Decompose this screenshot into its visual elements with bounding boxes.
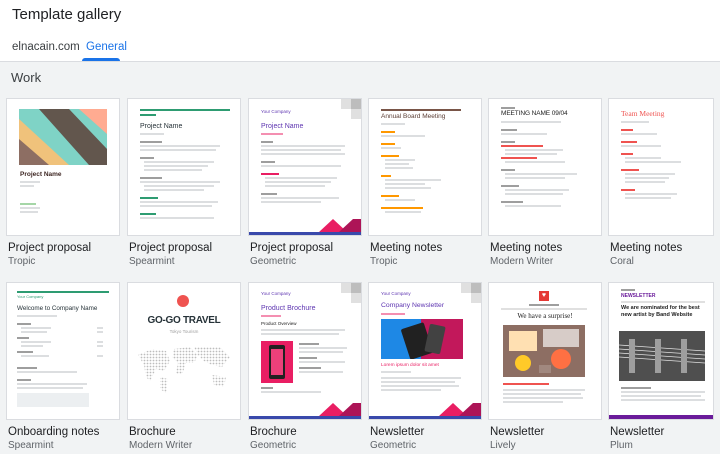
template-style: Plum [610,440,633,451]
geometric-corner-bottom [369,403,481,419]
logo-circle [177,295,189,307]
template-style: Geometric [370,440,417,451]
plum-footer-bar [609,415,713,419]
template-name: Meeting notes [610,242,683,254]
template-card-meeting-notes-tropic[interactable]: Annual Board Meeting [368,98,482,236]
preview-title: Product Brochure [261,305,316,312]
geometric-corner-top [341,99,361,119]
template-card-project-proposal-spearmint[interactable]: Project Name [127,98,241,236]
template-style: Geometric [250,256,297,267]
preview-subtitle: Product Overview [261,321,297,326]
devices-image [381,319,463,359]
template-name: Brochure [250,426,297,438]
preview-title: Welcome to Company Name [17,305,98,312]
template-card-brochure-geometric[interactable]: Your Company Product Brochure Product Ov… [248,282,362,420]
preview-title: Project Name [261,123,304,130]
preview-title: Annual Board Meeting [381,113,446,120]
geometric-corner-bottom [249,403,361,419]
section-title: Work [11,70,42,85]
template-card-newsletter-lively[interactable]: ♥ We have a surprise! [488,282,602,420]
preview-subtitle: Lorem ipsum dolor sit amet [381,363,439,368]
template-style: Tropic [8,256,36,267]
tropic-rule [381,109,461,111]
template-card-newsletter-plum[interactable]: NEWSLETTER We are nominated for the best… [608,282,714,420]
template-name: Brochure [129,426,176,438]
spearmint-rule [140,109,230,111]
preview-kicker: Your Company [381,291,411,296]
template-card-newsletter-geometric[interactable]: Your Company Company Newsletter Lorem ip… [368,282,482,420]
preview-title: Team Meeting [621,109,665,118]
template-style: Tropic [370,256,398,267]
template-name: Newsletter [490,426,545,438]
heart-badge-icon: ♥ [539,291,549,301]
template-style: Modern Writer [129,440,193,451]
template-card-brochure-modern-writer[interactable]: GO-GO TRAVEL Tokyo Tourism [127,282,241,420]
template-name: Project proposal [129,242,213,254]
template-name: Meeting notes [490,242,563,254]
template-card-project-proposal-geometric[interactable]: Your Company Project Name [248,98,362,236]
geometric-corner-top [341,283,361,303]
preview-kicker: NEWSLETTER [621,293,656,299]
template-name: Newsletter [610,426,665,438]
preview-kicker: Your Company [261,291,291,296]
template-style: Spearmint [8,440,54,451]
gallery-header: Template gallery elnacain.com General [0,0,720,62]
craft-photo [503,325,585,377]
template-name: Project proposal [250,242,334,254]
template-card-onboarding-notes-spearmint[interactable]: Your Company Welcome to Company Name [6,282,120,420]
template-name: Project proposal [8,242,92,254]
preview-title: GO-GO TRAVEL [147,315,221,326]
preview-title: MEETING NAME 09/04 [501,110,568,117]
preview-title: Company Newsletter [381,302,445,309]
geometric-corner-top [461,283,481,303]
template-style: Lively [490,440,516,451]
active-tab-indicator [82,58,120,61]
template-card-meeting-notes-modern-writer[interactable]: MEETING NAME 09/04 [488,98,602,236]
preview-title: We have a surprise! [517,312,573,320]
preview-kicker: Your Company [17,294,44,299]
template-style: Spearmint [129,256,175,267]
template-name: Onboarding notes [8,426,100,438]
template-style: Geometric [250,440,297,451]
phone-image [261,341,293,383]
preview-title: Project Name [20,171,62,178]
preview-kicker: Your Company [261,109,291,114]
guitar-photo [619,331,705,381]
tab-elnacain[interactable]: elnacain.com [12,41,80,53]
tropic-cover-graphic [19,109,107,165]
info-box [17,393,89,407]
world-map-graphic [138,347,230,393]
spearmint-rule [17,291,109,293]
geometric-corner-bottom [249,219,361,235]
template-card-meeting-notes-coral[interactable]: Team Meeting [608,98,714,236]
template-card-project-proposal-tropic[interactable]: Project Name [6,98,120,236]
preview-subtitle: Tokyo Tourism [169,329,199,334]
template-name: Newsletter [370,426,425,438]
preview-title: Project Name [140,123,183,130]
preview-title: We are nominated for the best new artist… [621,305,700,318]
template-name: Meeting notes [370,242,443,254]
template-style: Coral [610,256,634,267]
template-style: Modern Writer [490,256,554,267]
page-title: Template gallery [12,6,122,23]
tab-general[interactable]: General [86,41,127,53]
